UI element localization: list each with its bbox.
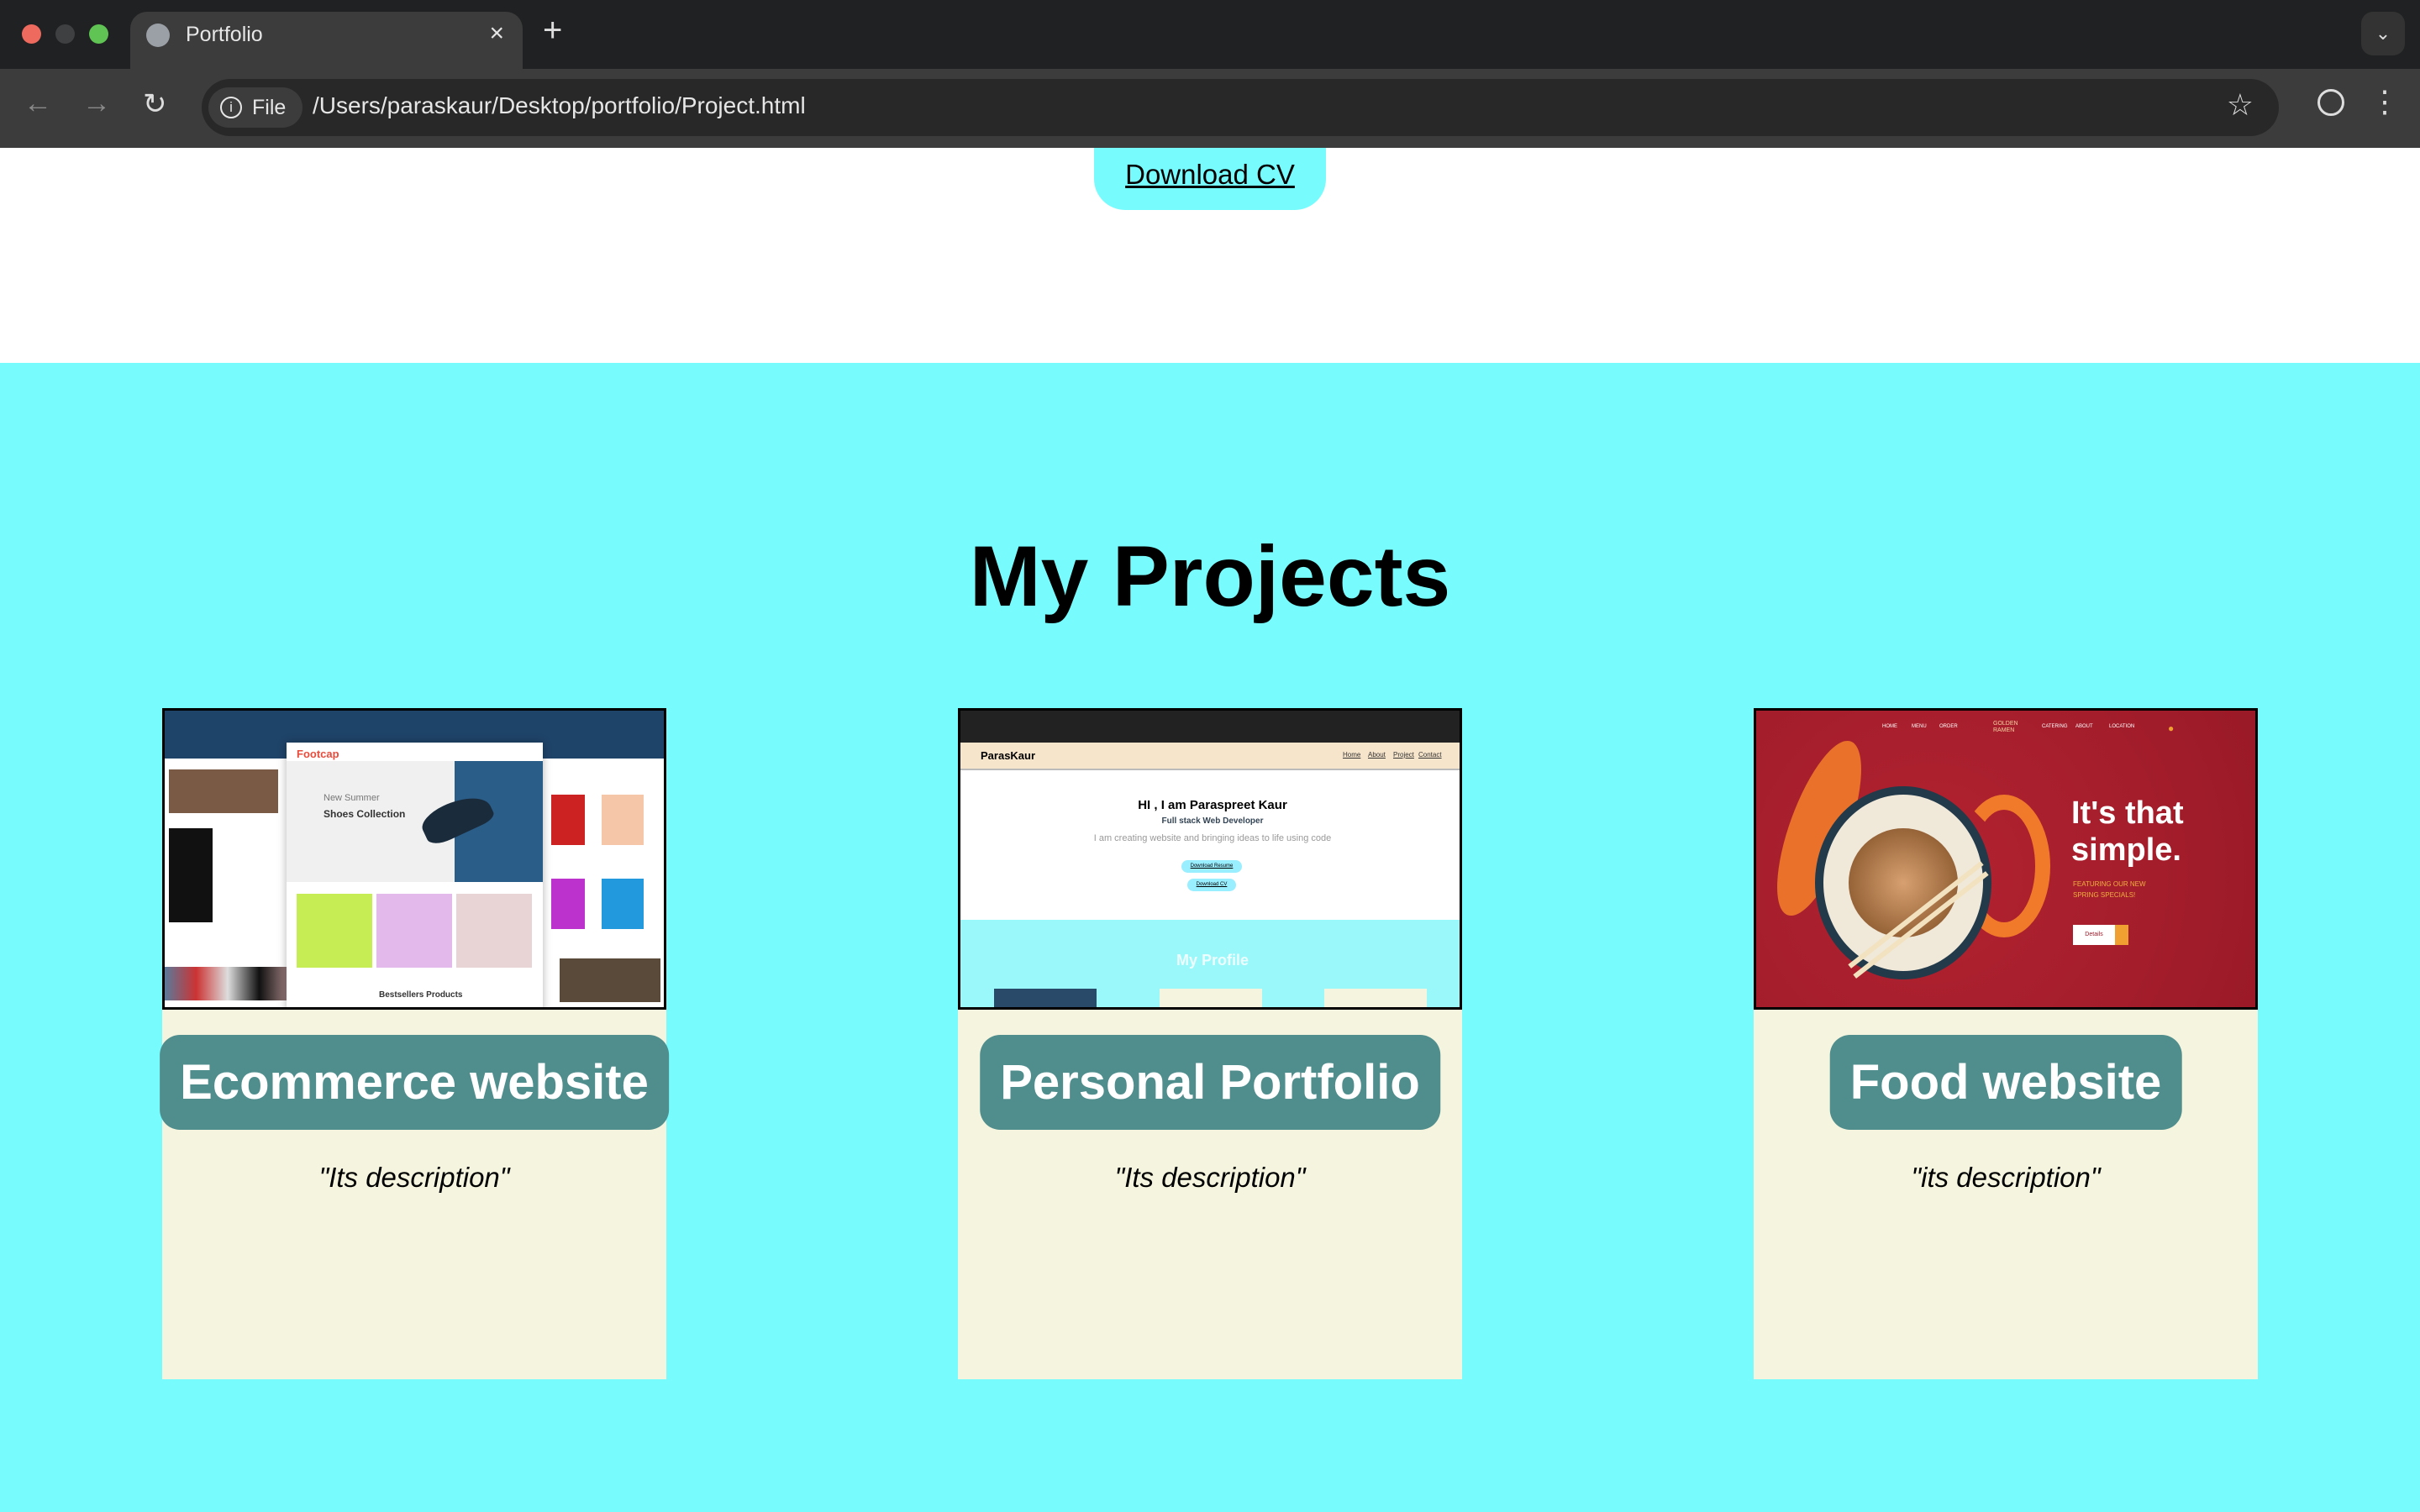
tab-search-button[interactable]: ⌄	[2361, 12, 2405, 55]
profile-icon[interactable]	[2317, 89, 2344, 116]
section-title: My Projects	[969, 528, 1451, 624]
forward-icon[interactable]: →	[82, 87, 111, 120]
project-card-portfolio: ParasKaur Home About Project Contact HI …	[958, 708, 1462, 1379]
url-scheme: File	[252, 96, 287, 119]
browser-tab-bar: Portfolio × + ⌄	[0, 0, 2420, 69]
thumb-headline: New Summer	[324, 793, 380, 803]
menu-icon[interactable]: ⋮	[2370, 84, 2400, 119]
thumb-nav: Contact	[1418, 751, 1442, 759]
url-text[interactable]: /Users/paraskaur/Desktop/portfolio/Proje…	[313, 92, 806, 119]
browser-toolbar: ← → ↻ i File /Users/paraskaur/Desktop/por…	[0, 69, 2420, 148]
bookmark-star-icon[interactable]: ☆	[2227, 87, 2254, 123]
site-info-button[interactable]: i File	[208, 87, 302, 128]
close-window-button[interactable]	[22, 24, 41, 44]
info-icon: i	[220, 97, 242, 118]
maximize-window-button[interactable]	[89, 24, 108, 44]
ecommerce-thumbnail[interactable]: Footcap New Summer Shoes Collection Best…	[162, 708, 666, 1010]
thumb-tagline: I am creating website and bringing ideas…	[1093, 833, 1332, 843]
thumb-nav: ABOUT	[2075, 724, 2093, 729]
project-title-button[interactable]: Food website	[1829, 1035, 2182, 1130]
thumb-button: Download Resume	[1181, 860, 1242, 873]
close-tab-icon[interactable]: ×	[489, 19, 504, 48]
thumb-headline: Shoes Collection	[324, 808, 406, 820]
thumb-greeting: HI , I am Paraspreet Kaur	[1138, 798, 1287, 812]
project-card-food: HOME MENU ORDER GOLDEN RAMEN CATERING AB…	[1754, 708, 2258, 1379]
thumb-nav: CATERING	[2042, 724, 2068, 729]
thumb-nav: MENU	[1912, 724, 1927, 729]
thumb-brand: ParasKaur	[981, 749, 1036, 762]
thumb-nav: Project	[1393, 751, 1414, 759]
back-icon[interactable]: ←	[24, 87, 52, 120]
globe-icon	[146, 24, 170, 47]
project-card-ecommerce: Footcap New Summer Shoes Collection Best…	[160, 708, 669, 1379]
thumb-nav: ORDER	[1939, 724, 1958, 729]
thumb-section: My Profile	[1176, 952, 1249, 969]
thumb-nav: About	[1368, 751, 1386, 759]
project-title-button[interactable]: Ecommerce website	[160, 1035, 669, 1130]
thumb-brand: Footcap	[297, 748, 339, 760]
thumb-nav: Home	[1343, 751, 1361, 759]
project-description: "Its description"	[1114, 1162, 1306, 1193]
food-thumbnail[interactable]: HOME MENU ORDER GOLDEN RAMEN CATERING AB…	[1754, 708, 2258, 1010]
thumb-section: Bestsellers Products	[379, 990, 463, 1000]
browser-tab[interactable]: Portfolio ×	[130, 12, 523, 69]
food-subheadline: FEATURING OUR NEW SPRING SPECIALS!	[2073, 880, 2146, 899]
project-description: "Its description"	[318, 1162, 510, 1193]
project-title-button[interactable]: Personal Portfolio	[980, 1035, 1440, 1130]
location-pin-icon: ●	[2168, 722, 2175, 734]
portfolio-thumbnail[interactable]: ParasKaur Home About Project Contact HI …	[958, 708, 1462, 1010]
thumb-nav: LOCATION	[2109, 724, 2135, 729]
thumb-nav: HOME	[1882, 724, 1897, 729]
reload-icon[interactable]: ↻	[143, 87, 167, 121]
food-logo: GOLDEN RAMEN	[1993, 721, 2018, 733]
food-details-button: Details	[2073, 925, 2115, 945]
tab-title: Portfolio	[186, 23, 263, 46]
thumb-role: Full stack Web Developer	[1161, 816, 1264, 826]
project-description: "its description"	[1911, 1162, 2101, 1193]
thumb-button: Download CV	[1187, 879, 1236, 891]
download-cv-button[interactable]: Download CV	[1094, 148, 1326, 210]
new-tab-button[interactable]: +	[543, 12, 562, 50]
address-bar[interactable]: i File /Users/paraskaur/Desktop/portfolio…	[202, 79, 2279, 136]
food-headline: It's that simple.	[2071, 795, 2184, 868]
minimize-window-button[interactable]	[55, 24, 75, 44]
